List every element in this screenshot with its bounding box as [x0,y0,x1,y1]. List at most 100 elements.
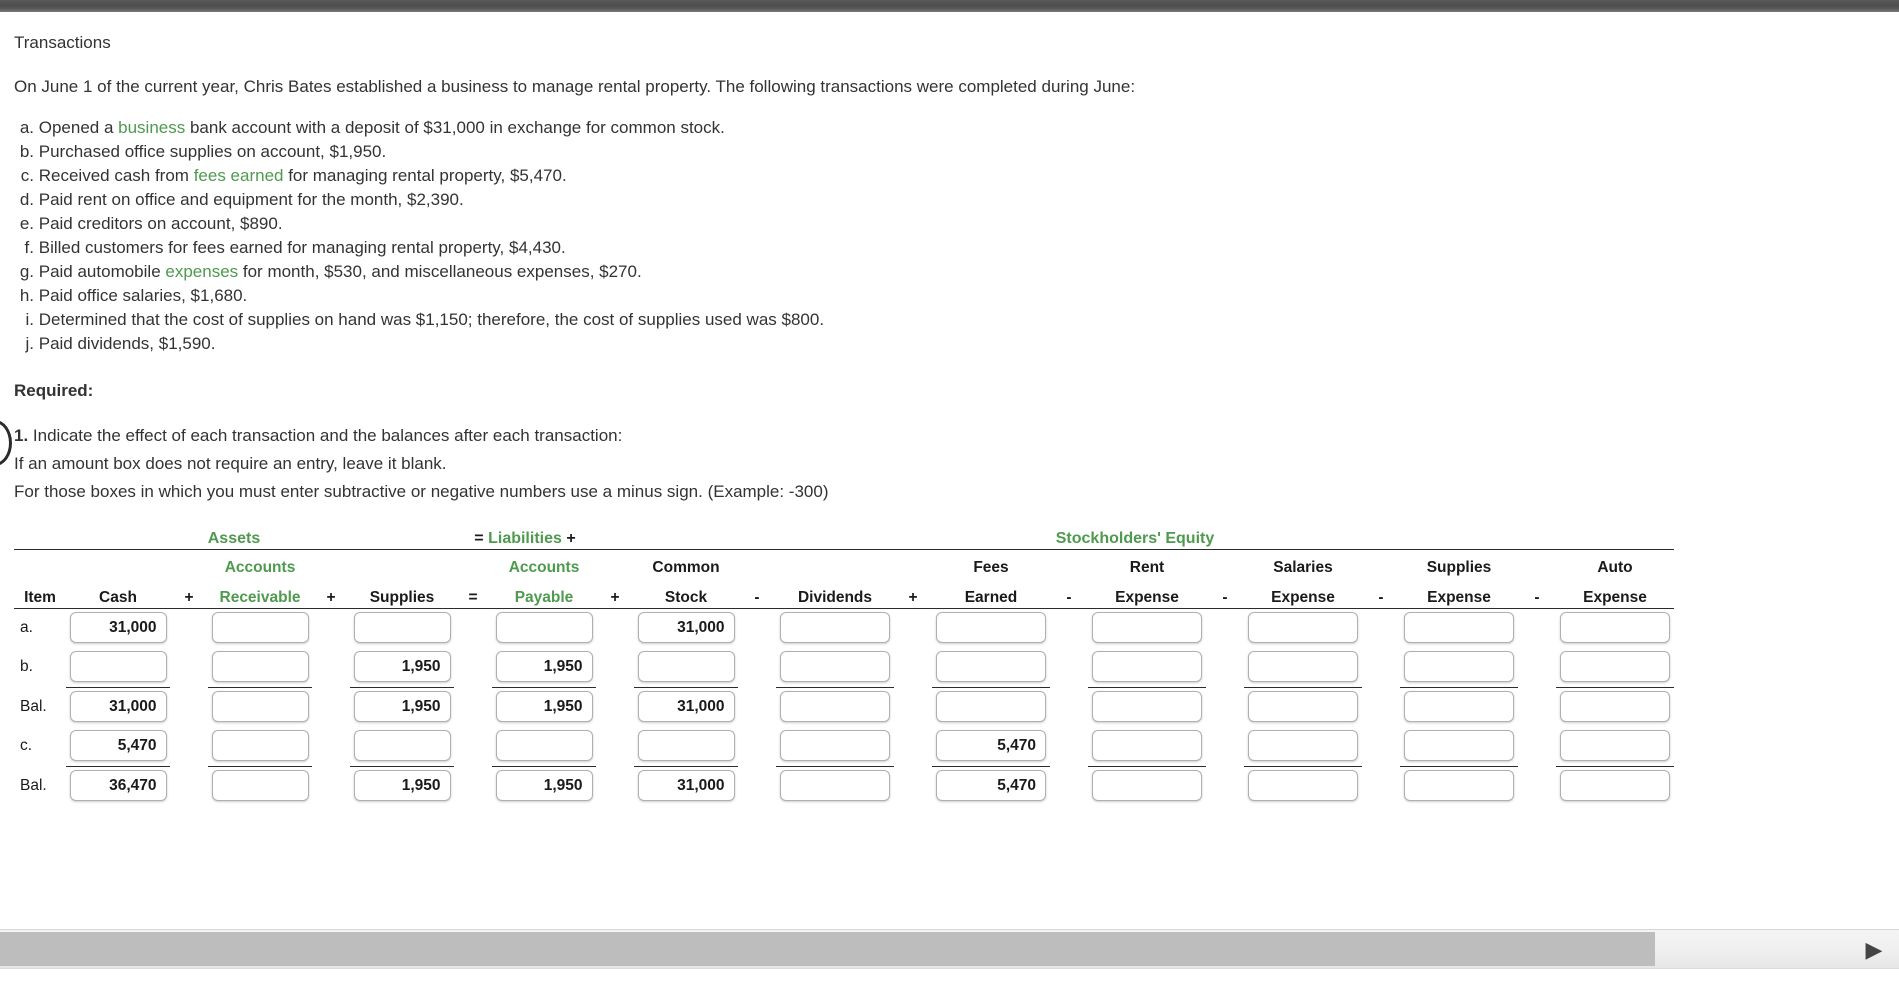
amount-input-dividends[interactable] [780,730,890,761]
note-blank-boxes: If an amount box does not require an ent… [14,454,447,473]
amount-cell [1400,608,1518,647]
header-operator-spacer [738,549,776,577]
amount-input-stock[interactable] [637,730,735,761]
amount-input-earned[interactable]: 5,470 [936,730,1046,761]
group-cell-liabilities: = Liabilities + [454,520,596,548]
amount-input-expense[interactable] [1404,691,1514,723]
amount-input-dividends[interactable] [780,770,890,802]
transaction-item: b. Purchased office supplies on account,… [14,140,1885,164]
amount-input-cash[interactable] [69,651,167,682]
column-header-expense: Expense [1583,589,1647,606]
amount-input-payable[interactable] [495,730,593,761]
horizontal-scrollbar[interactable]: ▶ [0,929,1899,969]
page-root: Transactions On June 1 of the current ye… [0,0,1899,989]
amount-input-stock[interactable] [637,651,735,682]
amount-input-dividends[interactable] [780,651,890,682]
header-operator-spacer [1518,549,1556,577]
amount-input-supplies[interactable] [353,730,451,761]
amount-input-expense[interactable] [1092,651,1202,682]
amount-input-expense[interactable] [1560,612,1670,644]
amount-cell: 31,000 [66,687,170,726]
glossary-link[interactable]: business [118,118,185,137]
amount-input-stock[interactable]: 31,000 [637,770,735,802]
glossary-link[interactable]: expenses [165,262,238,281]
amount-input-payable[interactable]: 1,950 [495,691,593,723]
transaction-label: g. [19,262,34,281]
amount-input-stock[interactable]: 31,000 [637,691,735,723]
header-operator-spacer [170,549,208,577]
amount-input-cash[interactable]: 31,000 [69,691,167,723]
amount-input-earned[interactable] [936,612,1046,644]
amount-input-expense[interactable] [1248,770,1358,802]
amount-input-cash[interactable]: 36,470 [69,770,167,802]
amount-input-cash[interactable]: 5,470 [69,730,167,761]
row-operator-spacer [738,608,776,647]
amount-input-cash[interactable]: 31,000 [69,612,167,644]
amount-input-expense[interactable] [1560,691,1670,723]
required-heading: Required: [14,381,94,400]
column-header-cash: Cash [99,589,137,606]
amount-input-expense[interactable] [1560,651,1670,682]
amount-cell [1400,687,1518,726]
transaction-text: Paid office salaries, $1,680. [38,286,248,305]
amount-input-receivable[interactable] [211,651,309,682]
amount-input-expense[interactable] [1248,612,1358,644]
amount-input-receivable[interactable] [211,612,309,644]
amount-input-earned[interactable] [936,651,1046,682]
amount-cell [208,726,312,765]
scroll-right-arrow-icon[interactable]: ▶ [1857,930,1891,970]
transaction-label: f. [24,238,34,257]
amount-input-expense[interactable] [1560,730,1670,761]
amount-cell [492,608,596,647]
row-operator-spacer [170,726,208,765]
amount-input-expense[interactable] [1248,691,1358,723]
amount-input-dividends[interactable] [780,691,890,723]
amount-input-receivable[interactable] [211,691,309,723]
amount-input-payable[interactable]: 1,950 [495,651,593,682]
amount-input-earned[interactable]: 5,470 [936,770,1046,802]
amount-input-supplies[interactable]: 1,950 [353,651,451,682]
row-label: b. [20,657,33,675]
group-cell-assets: Assets [14,520,454,548]
header-operator-spacer [1050,549,1088,577]
amount-input-expense[interactable] [1248,651,1358,682]
amount-cell [932,647,1050,686]
amount-cell: 36,470 [66,766,170,805]
amount-input-expense[interactable] [1404,770,1514,802]
group-label-liabilities: Liabilities [488,530,562,547]
amount-input-payable[interactable] [495,612,593,644]
amount-cell [1088,647,1206,686]
amount-input-expense[interactable] [1092,691,1202,723]
requirement-1: 1. Indicate the effect of each transacti… [14,402,1885,450]
amount-input-expense[interactable] [1092,612,1202,644]
amount-input-supplies[interactable]: 1,950 [353,691,451,723]
amount-cell [634,647,738,686]
transaction-text-tail: for month, $530, and miscellaneous expen… [238,262,642,281]
amount-input-supplies[interactable] [353,612,451,644]
amount-input-expense[interactable] [1092,730,1202,761]
glossary-link[interactable]: fees earned [194,166,284,185]
amount-cell [1400,726,1518,765]
amount-cell [1244,647,1362,686]
amount-input-dividends[interactable] [780,612,890,644]
amount-input-receivable[interactable] [211,730,309,761]
amount-cell: 5,470 [66,726,170,765]
horizontal-scrollbar-thumb[interactable] [0,932,1655,966]
amount-input-payable[interactable]: 1,950 [495,770,593,802]
amount-input-expense[interactable] [1404,730,1514,761]
amount-cell: 1,950 [492,687,596,726]
amount-input-supplies[interactable]: 1,950 [353,770,451,802]
amount-input-receivable[interactable] [211,770,309,802]
amount-input-expense[interactable] [1092,770,1202,802]
amount-input-expense[interactable] [1248,730,1358,761]
amount-input-earned[interactable] [936,691,1046,723]
amount-input-stock[interactable]: 31,000 [637,612,735,644]
column-header-top-earned: Fees [973,559,1009,576]
amount-input-expense[interactable] [1404,612,1514,644]
amount-input-expense[interactable] [1404,651,1514,682]
row-label: Bal. [20,697,47,715]
transaction-label: c. [20,166,34,185]
row-operator-spacer [170,608,208,647]
amount-input-expense[interactable] [1560,770,1670,802]
amount-cell [208,647,312,686]
